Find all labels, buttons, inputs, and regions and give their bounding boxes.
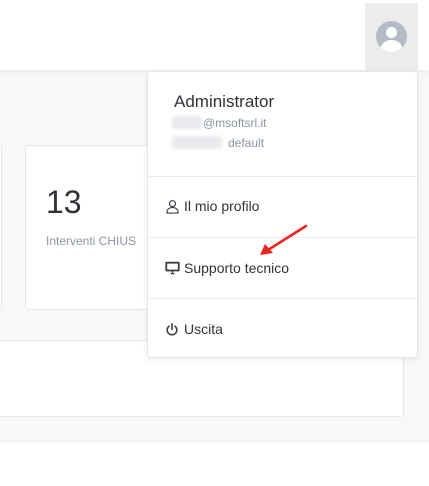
user-icon: [164, 198, 180, 214]
menu-item-profile-label: Il mio profilo: [184, 198, 260, 214]
user-role-label: default: [228, 136, 265, 150]
stat-card-partial: [0, 143, 2, 310]
user-email-suffix: @msoftsrl.it: [203, 116, 267, 130]
monitor-icon: [164, 260, 180, 276]
avatar-head: [386, 27, 397, 38]
user-name: Administrator: [174, 92, 275, 111]
menu-item-support-label: Supporto tecnico: [184, 260, 290, 276]
annotation-arrow-icon: [260, 224, 308, 255]
menu-item-logout-label: Uscita: [184, 321, 223, 337]
avatar-body: [381, 40, 402, 52]
user-role: default: [172, 136, 264, 150]
user-email: @msoftsrl.it: [172, 116, 267, 130]
avatar: [376, 21, 407, 52]
redacted-role: [172, 136, 222, 149]
stat-card-value: 13: [46, 184, 82, 220]
page: 13 Interventi CHIUS Administrator @msoft…: [0, 0, 429, 486]
footer-area: [0, 443, 429, 486]
power-icon: [164, 321, 180, 337]
user-dropdown-menu: Administrator @msoftsrl.it default Il mi…: [147, 71, 418, 358]
user-info: Administrator @msoftsrl.it default: [148, 72, 417, 176]
top-navbar: [0, 0, 429, 70]
stat-card-label: Interventi CHIUS: [46, 234, 137, 248]
user-menu-toggle[interactable]: [365, 3, 418, 70]
redacted-email: [172, 116, 202, 129]
menu-item-logout[interactable]: Uscita: [148, 299, 417, 359]
